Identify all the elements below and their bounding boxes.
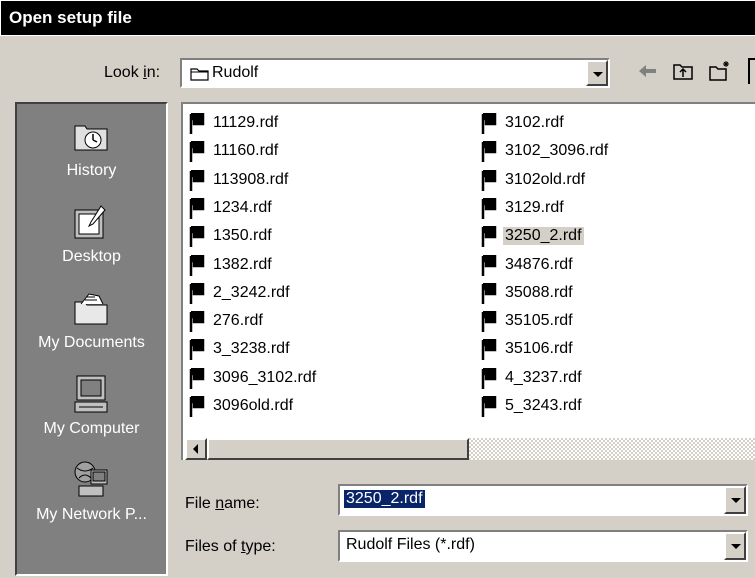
place-my-documents[interactable]: My Documents [17,282,166,368]
place-my-computer[interactable]: My Computer [17,368,166,454]
view-menu-button[interactable] [748,58,755,84]
file-name-text: 11129.rdf [213,114,279,131]
look-in-dropdown-button[interactable] [586,60,608,86]
rdf-file-icon [481,226,497,248]
file-name-dropdown-button[interactable] [724,486,746,514]
my-computer-icon [74,375,108,413]
file-name-text: 5_3243.rdf [505,397,582,414]
folder-icon [190,68,209,81]
file-name-text: 11160.rdf [213,142,279,160]
desktop-icon [74,205,106,239]
horizontal-scrollbar[interactable] [185,438,755,460]
file-name-input[interactable]: 3250_2.rdf [344,490,425,508]
rdf-file-icon [481,311,497,333]
file-name-text: 3250_2.rdf [503,227,584,246]
look-in-value: Rudolf [212,64,259,81]
rdf-file-icon [481,141,497,163]
file-name-text: 2_3242.rdf [213,283,290,301]
rdf-file-icon [189,339,205,361]
file-name-text: 113908.rdf [213,170,289,188]
file-name-text: 4_3237.rdf [505,368,582,386]
rdf-file-icon [189,113,205,134]
file-type-dropdown-button[interactable] [724,532,746,560]
place-desktop[interactable]: Desktop [17,196,166,282]
rdf-file-icon [189,311,205,333]
up-folder-icon[interactable] [672,60,696,82]
rdf-file-icon [189,141,205,163]
history-icon [74,125,108,151]
file-name-text: 3096_3102.rdf [213,368,317,386]
window-title: Open setup file [9,8,132,27]
file-type-label: Files of type: [185,538,276,555]
rdf-file-icon [481,169,497,191]
file-name-text: 3_3238.rdf [213,340,290,358]
open-file-dialog: Look in: Rudolf History Desktop My Docum… [0,36,755,578]
look-in-label: Look in: [104,64,161,81]
file-name-label: File name: [185,495,260,512]
file-name-text: 3102old.rdf [505,170,586,188]
scroll-left-button[interactable] [185,438,207,460]
new-folder-icon[interactable] [708,60,732,82]
title-bar[interactable]: Open setup file [0,0,755,36]
rdf-file-icon [481,339,497,361]
file-name-combo[interactable]: 3250_2.rdf [338,484,748,516]
file-name-text: 1382.rdf [213,255,272,273]
scroll-left-arrow-icon [193,444,198,454]
file-type-value: Rudolf Files (*.rdf) [346,536,475,553]
rdf-file-icon [481,113,497,134]
rdf-file-icon [481,197,497,219]
file-name-text: 1350.rdf [213,227,272,245]
rdf-file-icon [189,367,205,389]
rdf-file-icon [189,197,205,219]
file-name-text: 3129.rdf [505,198,564,216]
look-in-combo[interactable]: Rudolf [180,58,610,88]
file-list[interactable]: 11129.rdf 11160.rdf 113908.rdf 1234.rdf 1350… [181,102,755,460]
back-arrow-icon[interactable] [636,60,660,82]
rdf-file-icon [481,254,497,276]
scroll-thumb[interactable] [207,438,469,460]
file-name-text: 1234.rdf [213,198,272,216]
place-history[interactable]: History [17,110,166,196]
places-bar: History Desktop My Documents My Computer… [15,102,168,576]
file-name-text: 35105.rdf [505,312,573,330]
rdf-file-icon [481,282,497,304]
rdf-file-icon [189,169,205,191]
file-name-text: 3096old.rdf [213,397,294,414]
rdf-file-icon [189,226,205,248]
file-name-text: 3102.rdf [505,114,564,131]
rdf-file-icon [481,367,497,389]
file-name-text: 35106.rdf [505,340,573,358]
rdf-file-icon [189,282,205,304]
file-name-text: 276.rdf [213,312,263,330]
network-places-icon [74,461,108,497]
file-name-text: 3102_3096.rdf [505,142,609,160]
rdf-file-icon [189,396,205,417]
my-documents-icon [74,293,108,325]
rdf-file-icon [481,396,497,417]
file-type-combo[interactable]: Rudolf Files (*.rdf) [338,530,748,562]
place-my-network-places[interactable]: My Network P... [17,454,166,540]
file-name-text: 35088.rdf [505,283,573,301]
file-name-text: 34876.rdf [505,255,573,273]
rdf-file-icon [189,254,205,276]
